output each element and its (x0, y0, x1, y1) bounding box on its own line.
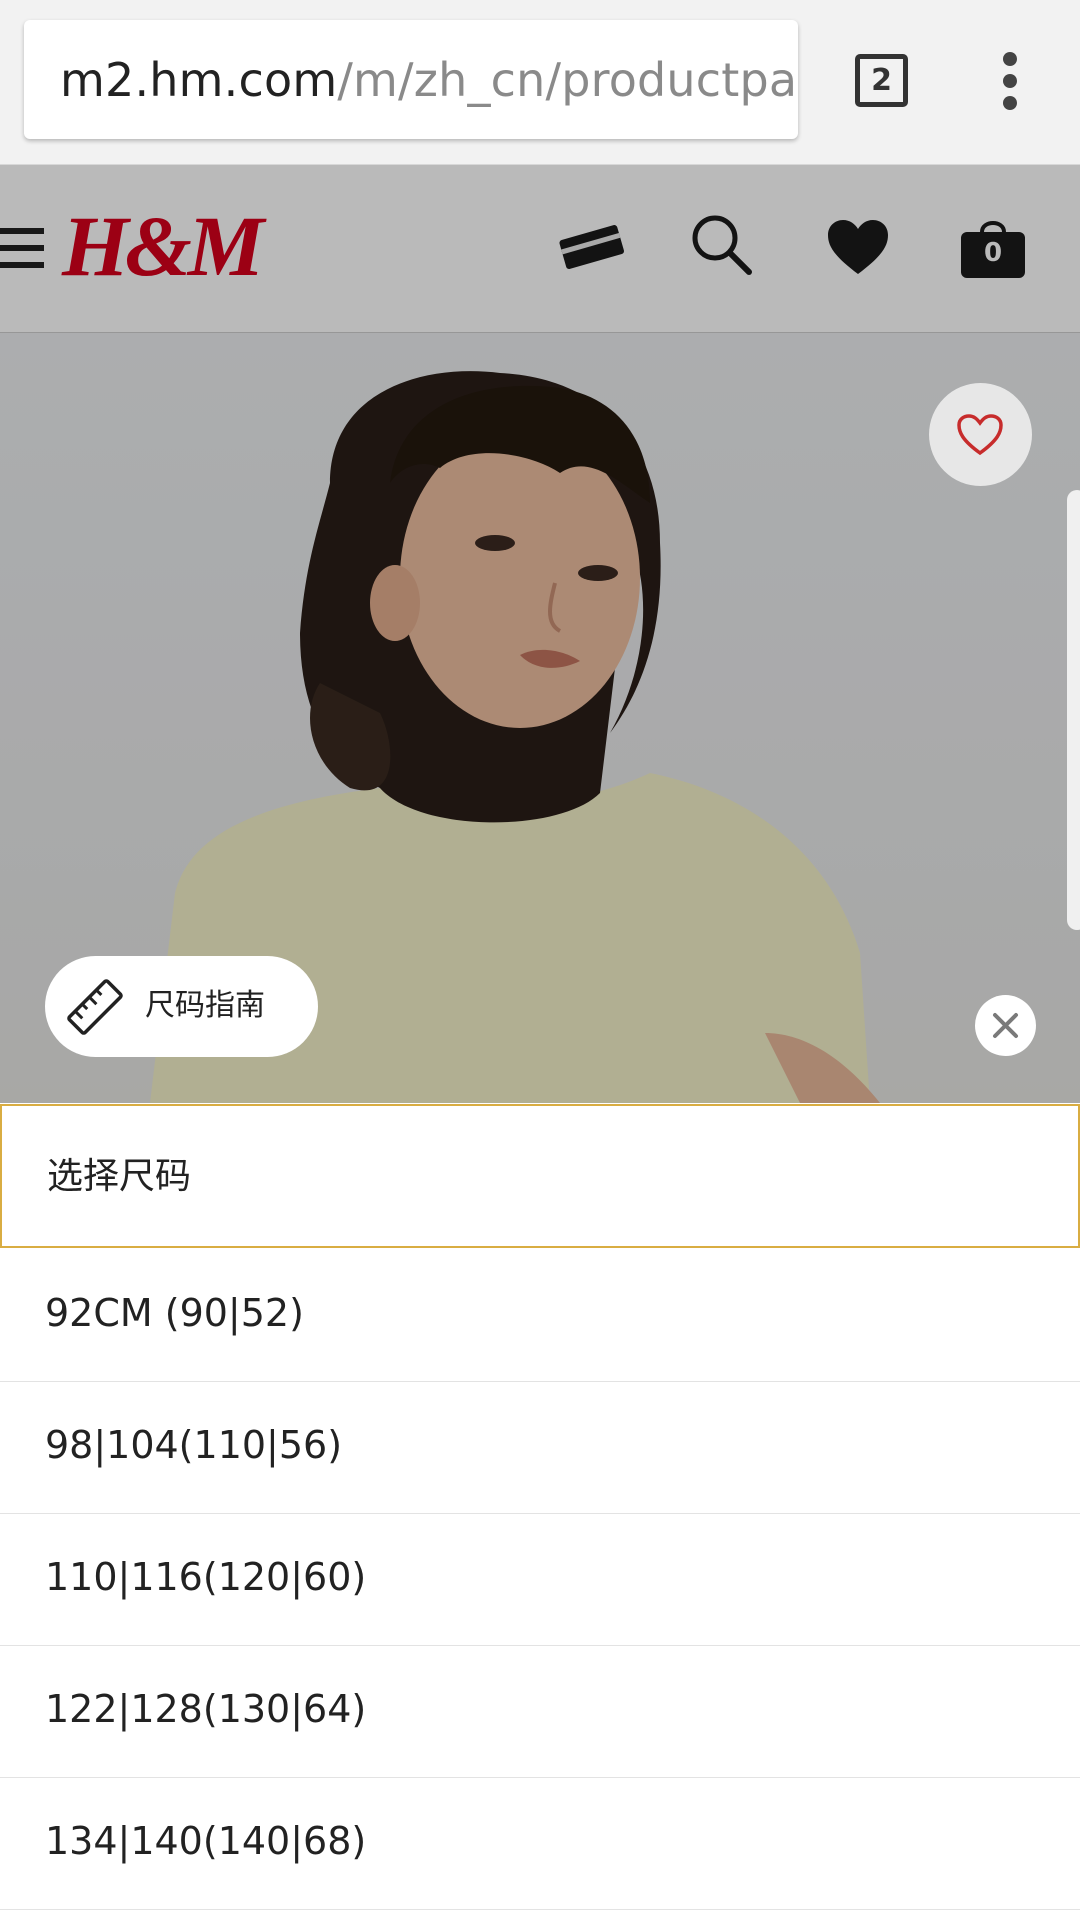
size-option-label: 92CM (90|52) (45, 1291, 304, 1335)
address-bar[interactable]: m2.hm.com/m/zh_cn/productpag (24, 20, 798, 139)
size-option-label: 134|140(140|68) (45, 1819, 367, 1863)
favourite-button[interactable] (929, 383, 1032, 486)
close-icon (993, 1013, 1018, 1038)
size-select-label: 选择尺码 (47, 1156, 192, 1197)
heart-outline-icon (957, 414, 1003, 456)
size-options-list: 92CM (90|52) 98|104(110|56) 110|116(120|… (0, 1250, 1080, 1910)
more-vert-icon[interactable] (996, 52, 1024, 110)
size-option-label: 110|116(120|60) (45, 1555, 367, 1599)
size-option-label: 98|104(110|56) (45, 1423, 343, 1467)
close-button[interactable] (975, 995, 1036, 1056)
scroll-handle[interactable] (1067, 490, 1080, 930)
ruler-icon (67, 979, 123, 1035)
size-option[interactable]: 92CM (90|52) (0, 1250, 1080, 1382)
size-option-label: 122|128(130|64) (45, 1687, 367, 1731)
size-option[interactable]: 110|116(120|60) (0, 1514, 1080, 1646)
size-guide-label: 尺码指南 (145, 988, 265, 1023)
size-option[interactable]: 134|140(140|68) (0, 1778, 1080, 1910)
size-select[interactable]: 选择尺码 (0, 1104, 1080, 1248)
url-host: m2.hm.com (60, 53, 338, 107)
url-path: /m/zh_cn/productpag (337, 53, 798, 107)
size-option[interactable]: 98|104(110|56) (0, 1382, 1080, 1514)
tab-switcher-button[interactable]: 2 (855, 54, 908, 107)
size-option[interactable]: 122|128(130|64) (0, 1646, 1080, 1778)
url-text[interactable]: m2.hm.com/m/zh_cn/productpag (60, 52, 798, 108)
browser-toolbar: m2.hm.com/m/zh_cn/productpag 2 (0, 0, 1080, 165)
